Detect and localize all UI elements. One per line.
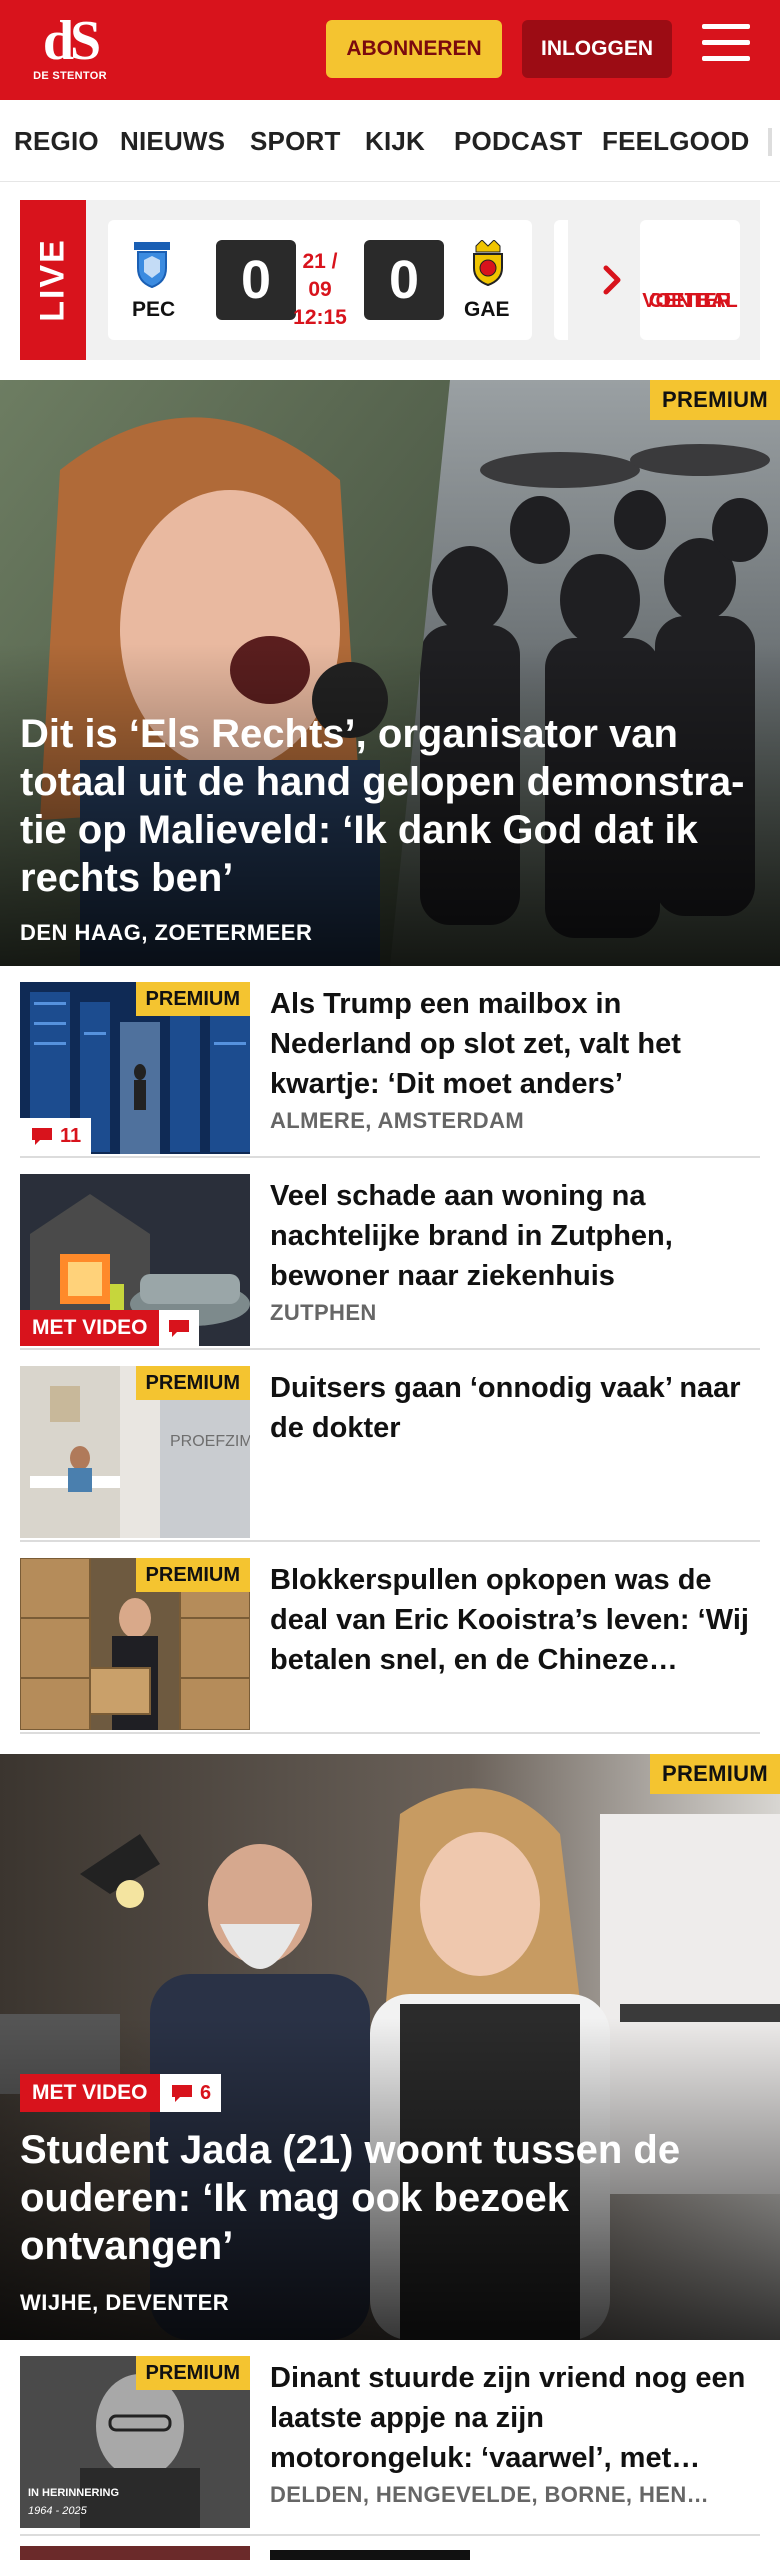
away-score: 0 (364, 240, 444, 320)
video-badge: MET VIDEO (20, 2074, 160, 2112)
article-title[interactable]: Blokkerspullen opkopen was de deal van E… (270, 1560, 750, 1680)
video-badge: MET VIDEO (20, 1310, 160, 1346)
premium-badge: PREMIUM (650, 1754, 780, 1794)
next-article-thumbnail-peek (20, 2546, 250, 2560)
next-article-title-peek (270, 2550, 470, 2560)
article-location: ALMERE, AMSTERDAM (270, 1108, 525, 1133)
article-title[interactable]: Als Trump een mailbox in Nederland op sl… (270, 984, 750, 1104)
premium-badge: PREMIUM (135, 2356, 250, 2390)
match-card[interactable]: PEC 0 21 / 09 12:15 0 GAE (108, 220, 532, 340)
home-team-code: PEC (132, 298, 176, 321)
comment-icon (169, 1320, 189, 1337)
comment-count-badge[interactable]: 6 (160, 2074, 222, 2112)
subscribe-button[interactable]: ABONNEREN (326, 20, 502, 78)
nav-item-feelgood[interactable]: FEELGOOD (602, 126, 750, 157)
hero-title-2[interactable]: Student Jada (21) woont tussen de oudere… (20, 2126, 760, 2270)
hero-location-1: DEN HAAG, ZOETERMEER (20, 920, 313, 945)
hamburger-icon[interactable] (700, 24, 752, 70)
hero-article-1[interactable]: PREMIUM Dit is ‘Els Rechts’, organisator… (0, 380, 780, 966)
away-team-code: GAE (464, 298, 510, 321)
comment-icon (32, 1128, 52, 1145)
hero-location-2: WIJHE, DEVENTER (20, 2290, 230, 2315)
site-header: dS DE STENTOR ABONNEREN INLOGGEN (0, 0, 780, 100)
voetbal-label-line2: CENTER (648, 290, 732, 312)
article-title[interactable]: Veel schade aan woning na nachtelijke br… (270, 1176, 750, 1296)
comment-badge[interactable] (159, 1310, 199, 1346)
comment-count: 6 (200, 2081, 212, 2104)
article-thumbnail: PREMIUM (20, 1558, 250, 1730)
premium-badge: PREMIUM (135, 982, 250, 1016)
article-item[interactable]: IN HERINNERING 1964 - 2025 PREMIUM Dinan… (20, 2340, 760, 2536)
match-date: 21 / 09 (302, 250, 338, 301)
comment-count-badge[interactable]: 11 (20, 1118, 92, 1154)
live-label: LIVE (20, 200, 86, 360)
article-item[interactable]: PROEFZIMMER 1 PREMIUM Duitsers gaan ‘onn… (20, 1350, 760, 1542)
article-title[interactable]: Duitsers gaan ‘onnodig vaak’ naar de dok… (270, 1368, 750, 1448)
article-thumbnail: PROEFZIMMER 1 PREMIUM (20, 1366, 250, 1538)
logo-subtitle: DE STENTOR (33, 70, 107, 82)
site-logo[interactable]: dS DE STENTOR (30, 12, 110, 90)
thumb-years: 1964 - 2025 (28, 2505, 88, 2517)
thumb-caption: IN HERINNERING (28, 2487, 119, 2499)
nav-item-kijk[interactable]: KIJK (365, 126, 425, 157)
match-datetime: 21 / 09 12:15 (290, 248, 350, 332)
article-thumbnail: MET VIDEO (20, 1174, 250, 1346)
section-nav: REGIO NIEUWS SPORT KIJK PODCAST FEELGOOD (0, 100, 780, 182)
logo-mark: dS (42, 10, 101, 72)
nav-overflow-indicator (768, 128, 772, 156)
gae-crest-icon (473, 240, 503, 286)
voetbal-center-link[interactable]: VOETBAL CENTER (640, 220, 740, 340)
article-location: DELDEN, HENGEVELDE, BORNE, HEN… (270, 2482, 710, 2507)
pec-crest-icon (134, 242, 170, 288)
premium-badge: PREMIUM (135, 1366, 250, 1400)
nav-item-sport[interactable]: SPORT (250, 126, 341, 157)
article-item[interactable]: MET VIDEO Veel schade aan woning na nach… (20, 1158, 760, 1350)
article-thumbnail: IN HERINNERING 1964 - 2025 PREMIUM (20, 2356, 250, 2528)
home-score: 0 (216, 240, 296, 320)
chevron-right-icon[interactable] (592, 260, 632, 300)
live-scores-bar: LIVE PEC 0 21 / 09 12:15 0 GAE VOETBAL CE… (20, 200, 760, 360)
premium-badge: PREMIUM (650, 380, 780, 420)
comment-count: 11 (60, 1124, 82, 1147)
comment-icon (172, 2085, 192, 2102)
nav-item-nieuws[interactable]: NIEUWS (120, 126, 225, 157)
nav-item-regio[interactable]: REGIO (14, 126, 99, 157)
article-item[interactable]: PREMIUM 11 Als Trump een mailbox in Nede… (20, 966, 760, 1158)
nav-item-podcast[interactable]: PODCAST (454, 126, 583, 157)
article-location: ZUTPHEN (270, 1300, 377, 1325)
login-button[interactable]: INLOGGEN (522, 20, 672, 78)
thumb-sign-text: PROEFZIMMER 1 (170, 1433, 250, 1450)
article-thumbnail: PREMIUM 11 (20, 982, 250, 1154)
premium-badge: PREMIUM (135, 1558, 250, 1592)
match-time: 12:15 (293, 306, 347, 329)
hero-title-1[interactable]: Dit is ‘Els Rechts’, organisator van tot… (20, 710, 760, 902)
next-match-card-stub[interactable] (554, 220, 568, 340)
article-item[interactable]: PREMIUM Blokkerspullen opkopen was de de… (20, 1542, 760, 1734)
article-title[interactable]: Dinant stuurde zijn vriend nog een laats… (270, 2358, 750, 2478)
hero-article-2[interactable]: PREMIUM MET VIDEO 6 Student Jada (21) wo… (0, 1754, 780, 2340)
